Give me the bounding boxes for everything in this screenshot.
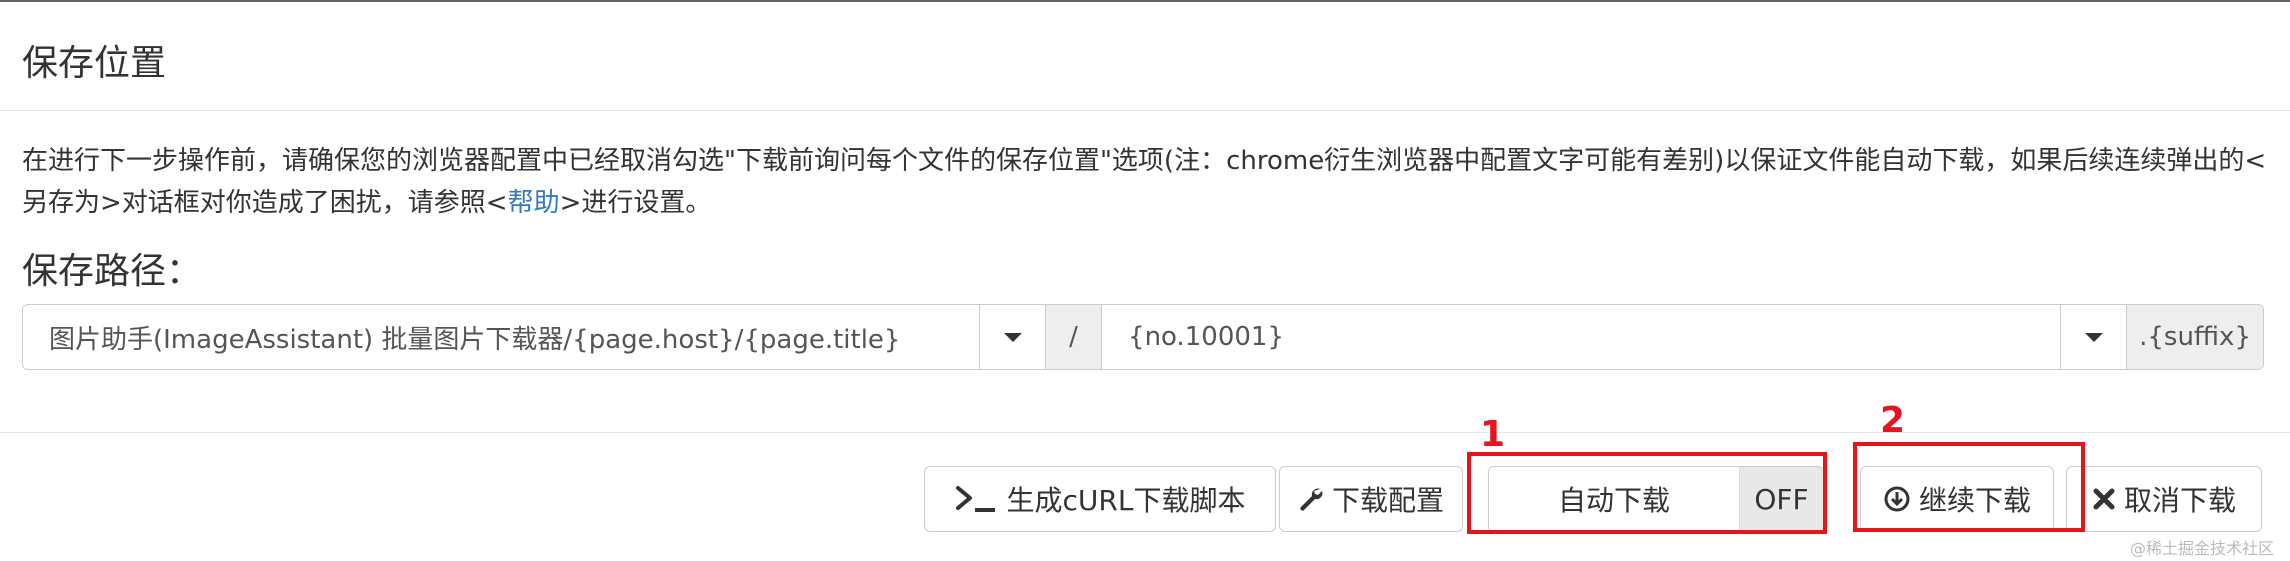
generate-curl-label: 生成cURL下载脚本 [1006,484,1246,517]
help-link[interactable]: 帮助 [508,188,560,218]
watermark: @稀土掘金技术社区 [2130,539,2275,558]
notice-text-after: >进行设置。 [559,188,712,218]
highlight-box-2 [1853,442,2085,532]
caret-down-icon [2084,332,2103,342]
highlight-box-1 [1467,452,1827,534]
wrench-icon [1298,486,1324,512]
cancel-download-label: 取消下载 [2123,484,2236,517]
save-path-label: 保存路径： [22,251,203,292]
suffix-addon: .{suffix} [2127,305,2263,369]
filename-input[interactable]: {no.10001} [1102,305,2062,369]
path-separator: / [1046,305,1103,369]
notice-text: 在进行下一步操作前，请确保您的浏览器配置中已经取消勾选"下载前询问每个文件的保存… [22,140,2272,224]
caret-down-icon [1003,332,1022,342]
folder-path-input[interactable]: 图片助手(ImageAssistant) 批量图片下载器/{page.host}… [23,305,981,369]
footer-divider [0,432,2290,433]
window-top-border [0,0,2290,2]
annotation-number-1: 1 [1480,414,1506,455]
terminal-icon [955,484,999,514]
cancel-download-button[interactable]: 取消下载 [2066,466,2262,532]
dialog-title: 保存位置 [22,43,167,84]
close-icon [2092,487,2116,511]
save-path-input-group: 图片助手(ImageAssistant) 批量图片下载器/{page.host}… [22,304,2264,370]
generate-curl-button[interactable]: 生成cURL下载脚本 [924,466,1276,532]
notice-text-before: 在进行下一步操作前，请确保您的浏览器配置中已经取消勾选"下载前询问每个文件的保存… [22,146,2267,218]
folder-dropdown-button[interactable] [980,305,1047,369]
annotation-number-2: 2 [1880,400,1906,441]
download-config-button[interactable]: 下载配置 [1279,466,1463,532]
download-config-label: 下载配置 [1331,484,1444,517]
filename-dropdown-button[interactable] [2061,305,2128,369]
header-divider [0,110,2290,111]
